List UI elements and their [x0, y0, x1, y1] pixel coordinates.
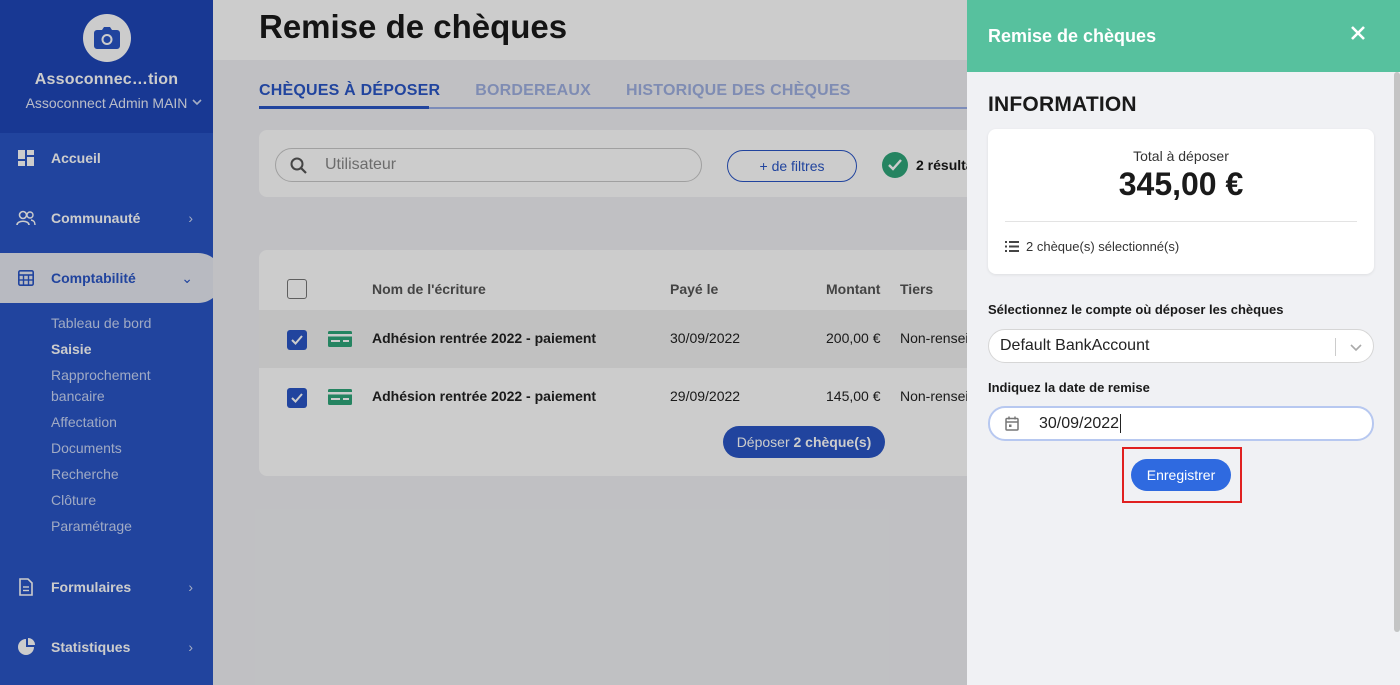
close-icon[interactable]: [1349, 22, 1367, 44]
drawer-header: Remise de chèques: [967, 0, 1400, 72]
list-icon: [1005, 241, 1019, 252]
deposit-summary-card: Total à déposer 345,00 € 2 chèque(s) sél…: [988, 129, 1374, 274]
total-amount: 345,00 €: [1118, 166, 1244, 202]
bank-account-value: Default BankAccount: [1000, 337, 1150, 354]
divider: [1005, 221, 1357, 222]
calendar-icon: [1005, 416, 1019, 431]
deposit-drawer: Remise de chèques INFORMATION Total à dé…: [967, 0, 1400, 685]
total-label: Total à déposer: [1133, 148, 1229, 164]
select-separator: [1335, 338, 1336, 356]
save-button[interactable]: Enregistrer: [1131, 459, 1231, 491]
selected-count: 2 chèque(s) sélectionné(s): [1005, 239, 1179, 254]
text-caret: [1120, 414, 1122, 433]
drawer-scrollbar[interactable]: [1394, 72, 1400, 632]
deposit-date-input[interactable]: 30/09/2022: [988, 406, 1374, 441]
modal-backdrop[interactable]: [0, 0, 967, 685]
drawer-title: Remise de chèques: [988, 25, 1157, 46]
date-label: Indiquez la date de remise: [988, 380, 1150, 395]
deposit-date-value: 30/09/2022: [1039, 414, 1120, 432]
chevron-down-icon[interactable]: [1349, 340, 1363, 354]
section-title: INFORMATION: [988, 93, 1137, 116]
selected-count-label: 2 chèque(s) sélectionné(s): [1026, 239, 1180, 254]
bank-account-select[interactable]: Default BankAccount: [988, 329, 1374, 363]
account-label: Sélectionnez le compte où déposer les ch…: [988, 302, 1284, 317]
